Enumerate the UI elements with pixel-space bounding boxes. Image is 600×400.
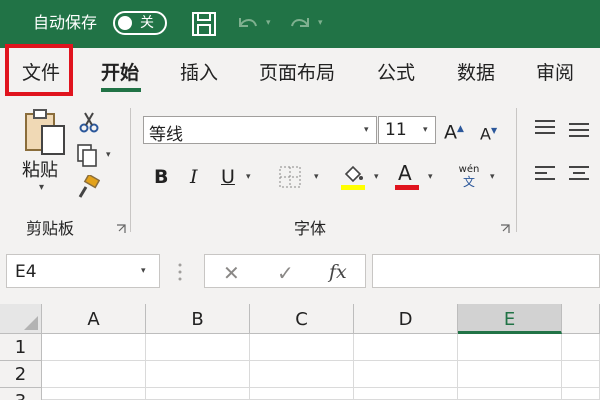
font-color-button[interactable]: A bbox=[398, 158, 412, 188]
cell[interactable] bbox=[250, 334, 354, 361]
column-header-e[interactable]: E bbox=[458, 304, 562, 334]
formula-input[interactable] bbox=[372, 254, 600, 288]
align-left-icon[interactable] bbox=[533, 164, 557, 184]
cell[interactable] bbox=[562, 334, 600, 361]
cell[interactable] bbox=[42, 361, 146, 388]
tab-insert[interactable]: 插入 bbox=[180, 48, 218, 100]
tab-review[interactable]: 审阅 bbox=[536, 48, 574, 100]
chevron-down-icon: ▾ bbox=[141, 266, 146, 276]
title-bar: 自动保存 关 ▾ ▾ bbox=[0, 0, 600, 48]
cell[interactable] bbox=[354, 334, 458, 361]
group-divider bbox=[130, 108, 131, 232]
clipboard-group-label: 剪贴板 bbox=[26, 219, 75, 238]
column-header-c[interactable]: C bbox=[250, 304, 354, 334]
cell[interactable] bbox=[354, 361, 458, 388]
column-header-a[interactable]: A bbox=[42, 304, 146, 334]
chevron-down-icon: ▾ bbox=[423, 125, 428, 135]
formula-buttons: ✕ ✓ fx bbox=[204, 254, 366, 288]
cell[interactable] bbox=[458, 361, 562, 388]
cancel-icon[interactable]: ✕ bbox=[223, 261, 240, 285]
shrink-font-label: A bbox=[480, 124, 491, 144]
copy-dropdown-icon[interactable]: ▾ bbox=[106, 150, 111, 160]
bold-button[interactable]: B bbox=[154, 162, 168, 192]
font-name-value: 等线 bbox=[149, 125, 183, 145]
underline-button[interactable]: U bbox=[221, 162, 235, 192]
row-header-2[interactable]: 2 bbox=[0, 361, 42, 388]
tab-data[interactable]: 数据 bbox=[457, 48, 495, 100]
cell[interactable] bbox=[458, 334, 562, 361]
font-group-label: 字体 bbox=[294, 219, 327, 238]
font-color-dropdown-icon[interactable]: ▾ bbox=[428, 172, 433, 182]
borders-dropdown-icon[interactable]: ▾ bbox=[314, 172, 319, 182]
grow-font-button[interactable]: A▲ bbox=[444, 114, 464, 144]
font-size-value: 11 bbox=[385, 120, 407, 140]
font-size-dropdown[interactable]: 11 ▾ bbox=[378, 116, 436, 144]
align-top-icon[interactable] bbox=[533, 118, 557, 138]
underline-dropdown-icon[interactable]: ▾ bbox=[246, 172, 251, 182]
redo-dropdown-icon[interactable]: ▾ bbox=[318, 18, 323, 28]
insert-function-icon[interactable]: fx bbox=[329, 261, 347, 283]
fill-color-swatch bbox=[341, 185, 365, 190]
undo-icon[interactable] bbox=[234, 10, 262, 38]
fill-color-icon[interactable] bbox=[341, 162, 365, 186]
italic-button[interactable]: I bbox=[190, 162, 198, 192]
autosave-toggle[interactable]: 关 bbox=[113, 11, 167, 35]
phonetic-top-label: wén bbox=[458, 164, 480, 175]
copy-icon[interactable] bbox=[75, 143, 99, 167]
cell[interactable] bbox=[146, 334, 250, 361]
save-icon[interactable] bbox=[190, 10, 218, 38]
cell[interactable] bbox=[250, 361, 354, 388]
cell[interactable] bbox=[250, 388, 354, 400]
redo-icon[interactable] bbox=[286, 10, 314, 38]
column-header-f[interactable] bbox=[562, 304, 600, 334]
cell[interactable] bbox=[146, 361, 250, 388]
font-name-dropdown[interactable]: 等线 ▾ bbox=[143, 116, 377, 145]
cell[interactable] bbox=[42, 334, 146, 361]
phonetic-guide-button[interactable]: wén 文 bbox=[456, 164, 482, 189]
tab-page-layout[interactable]: 页面布局 bbox=[259, 48, 335, 100]
cell[interactable] bbox=[562, 388, 600, 400]
cut-icon[interactable] bbox=[77, 110, 101, 134]
cell[interactable] bbox=[42, 388, 146, 400]
tab-home[interactable]: 开始 bbox=[101, 48, 139, 100]
clipboard-launcher-icon[interactable] bbox=[116, 219, 126, 233]
undo-dropdown-icon[interactable]: ▾ bbox=[266, 18, 271, 28]
shrink-font-button[interactable]: A▼ bbox=[480, 116, 497, 146]
active-tab-indicator bbox=[101, 88, 141, 92]
column-header-d[interactable]: D bbox=[354, 304, 458, 334]
paste-dropdown-icon[interactable]: ▾ bbox=[39, 182, 44, 193]
cell[interactable] bbox=[458, 388, 562, 400]
name-box[interactable]: E4 ▾ bbox=[6, 254, 160, 288]
tab-formulas[interactable]: 公式 bbox=[377, 48, 415, 100]
align-center-icon[interactable] bbox=[567, 164, 591, 184]
phonetic-dropdown-icon[interactable]: ▾ bbox=[490, 172, 495, 182]
column-header-b[interactable]: B bbox=[146, 304, 250, 334]
cell[interactable] bbox=[146, 388, 250, 400]
ribbon-tabs: 文件 开始 插入 页面布局 公式 数据 审阅 bbox=[0, 48, 600, 100]
cell[interactable] bbox=[354, 388, 458, 400]
autosave-label: 自动保存 bbox=[33, 13, 98, 32]
file-tab-highlight bbox=[5, 44, 73, 96]
autosave-toggle-state: 关 bbox=[140, 15, 154, 31]
font-color-swatch bbox=[395, 185, 419, 190]
fill-color-dropdown-icon[interactable]: ▾ bbox=[374, 172, 379, 182]
name-box-value: E4 bbox=[15, 262, 37, 282]
font-launcher-icon[interactable] bbox=[500, 219, 510, 233]
cell[interactable] bbox=[562, 361, 600, 388]
paste-icon[interactable] bbox=[22, 108, 68, 158]
chevron-down-icon: ▾ bbox=[364, 125, 369, 135]
formula-bar-grip-icon[interactable] bbox=[178, 262, 182, 282]
borders-icon[interactable] bbox=[278, 165, 302, 189]
paste-label[interactable]: 粘贴 bbox=[22, 156, 58, 182]
format-painter-icon[interactable] bbox=[76, 175, 100, 199]
enter-icon[interactable]: ✓ bbox=[277, 261, 294, 285]
align-middle-icon[interactable] bbox=[567, 120, 591, 140]
toggle-knob bbox=[118, 16, 132, 30]
row-header-1[interactable]: 1 bbox=[0, 334, 42, 361]
grow-font-label: A bbox=[444, 121, 457, 144]
phonetic-bottom-label: 文 bbox=[462, 175, 475, 189]
group-divider bbox=[516, 108, 517, 232]
select-all-corner[interactable] bbox=[0, 304, 42, 334]
row-header-3[interactable]: 3 bbox=[0, 388, 42, 400]
